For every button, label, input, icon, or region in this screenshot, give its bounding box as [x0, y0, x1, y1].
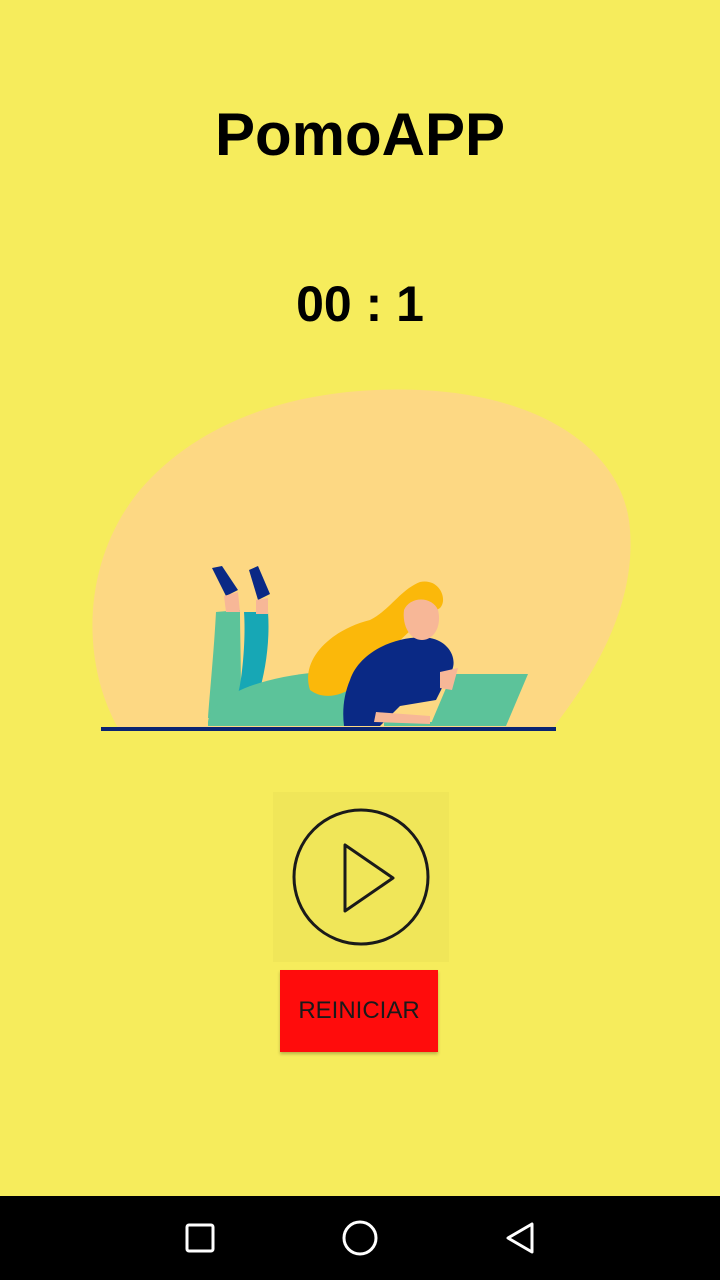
app-screen: PomoAPP 00 : 1 REINICIAR [0, 0, 720, 1280]
triangle-back-icon [506, 1222, 534, 1254]
back-button[interactable] [498, 1216, 542, 1260]
woman-with-laptop-illustration [92, 389, 631, 731]
timer-display: 00 : 1 [296, 276, 424, 332]
circle-icon [342, 1220, 378, 1256]
app-title: PomoAPP [214, 101, 506, 168]
play-button[interactable] [273, 792, 449, 962]
recents-button[interactable] [178, 1216, 222, 1260]
system-navigation-bar [0, 1196, 720, 1280]
square-icon [185, 1223, 215, 1253]
play-circle-icon [292, 808, 430, 946]
restart-button[interactable]: REINICIAR [280, 970, 438, 1052]
home-button[interactable] [338, 1216, 382, 1260]
